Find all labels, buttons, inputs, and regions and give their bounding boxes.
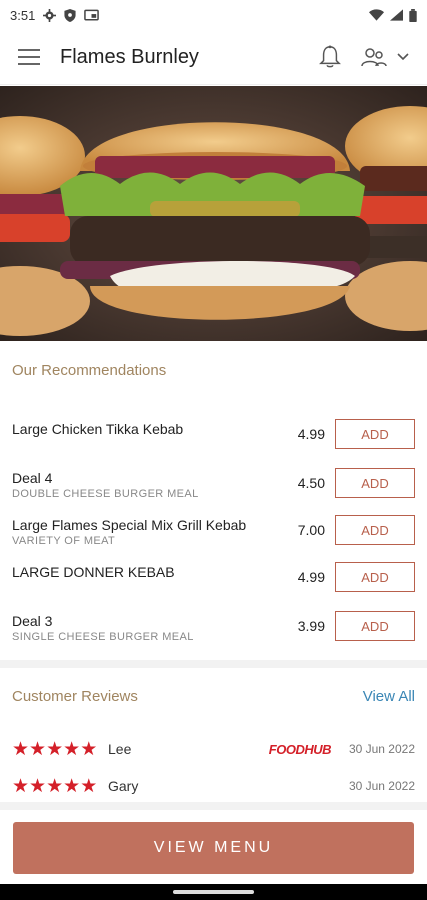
item-name: LARGE DONNER KEBAB <box>12 564 175 580</box>
recommendation-item[interactable]: LARGE DONNER KEBAB 4.99 ADD <box>0 560 427 604</box>
item-name: Deal 3 <box>12 613 53 629</box>
item-name: Large Flames Special Mix Grill Kebab <box>12 517 247 533</box>
item-price: 4.99 <box>297 426 325 442</box>
item-name: Large Chicken Tikka Kebab <box>12 421 184 437</box>
home-gesture-handle[interactable] <box>173 890 254 894</box>
view-all-link[interactable]: View All <box>363 688 415 705</box>
system-nav-bar <box>0 884 427 900</box>
review-date: 30 Jun 2022 <box>348 779 415 793</box>
recommendation-item[interactable]: Deal 3 SINGLE CHEESE BURGER MEAL 3.99 AD… <box>0 609 427 653</box>
star-icon: ★ <box>63 775 80 797</box>
add-button[interactable]: ADD <box>335 468 415 498</box>
add-button[interactable]: ADD <box>335 562 415 592</box>
star-icon: ★ <box>29 775 46 797</box>
status-left: 3:51 <box>10 7 100 23</box>
status-bar: 3:51 <box>0 0 427 30</box>
burger-photo <box>0 86 427 341</box>
wifi-icon <box>369 9 384 21</box>
chevron-down-icon <box>397 53 409 61</box>
page-title: Flames Burnley <box>60 45 199 68</box>
item-price: 3.99 <box>297 618 325 634</box>
reviews-title: Customer Reviews <box>12 688 138 705</box>
add-button[interactable]: ADD <box>335 611 415 641</box>
cast-icon <box>84 9 100 21</box>
section-divider <box>0 660 427 668</box>
hero-burger-image <box>0 86 427 341</box>
star-icon: ★ <box>46 775 63 797</box>
add-button[interactable]: ADD <box>335 419 415 449</box>
item-subtitle: SINGLE CHEESE BURGER MEAL <box>12 631 194 643</box>
star-icon: ★ <box>63 738 80 760</box>
item-price: 4.99 <box>297 569 325 585</box>
review-row: ★ ★ ★ ★ ★ Gary 30 Jun 2022 <box>12 774 415 798</box>
recommendations-title: Our Recommendations <box>12 362 167 379</box>
star-rating: ★ ★ ★ ★ ★ <box>12 775 108 798</box>
star-rating: ★ ★ ★ ★ ★ <box>12 738 108 761</box>
reviewer-name: Gary <box>108 778 139 794</box>
app-bar: Flames Burnley <box>0 30 427 85</box>
section-divider <box>0 802 427 810</box>
star-icon: ★ <box>29 738 46 760</box>
star-icon: ★ <box>46 738 63 760</box>
shield-icon <box>64 8 76 22</box>
recommendation-item[interactable]: Large Flames Special Mix Grill Kebab VAR… <box>0 513 427 557</box>
item-subtitle: VARIETY OF MEAT <box>12 535 116 547</box>
recommendation-item[interactable]: Large Chicken Tikka Kebab 4.99 ADD <box>0 416 427 460</box>
status-time: 3:51 <box>10 7 36 23</box>
hamburger-menu-icon[interactable] <box>18 49 40 65</box>
bell-icon[interactable] <box>319 45 341 69</box>
add-button[interactable]: ADD <box>335 515 415 545</box>
star-icon: ★ <box>80 775 97 797</box>
reviewer-name: Lee <box>108 741 132 757</box>
item-price: 4.50 <box>297 475 325 491</box>
review-date: 30 Jun 2022 <box>348 742 415 756</box>
review-row: ★ ★ ★ ★ ★ Lee FOODHUB 30 Jun 2022 <box>12 737 415 761</box>
item-price: 7.00 <box>297 522 325 538</box>
item-subtitle: DOUBLE CHEESE BURGER MEAL <box>12 488 199 500</box>
view-menu-button[interactable]: VIEW MENU <box>13 822 414 874</box>
star-icon: ★ <box>80 738 97 760</box>
review-source-logo: FOODHUB <box>268 741 332 757</box>
recommendation-item[interactable]: Deal 4 DOUBLE CHEESE BURGER MEAL 4.50 AD… <box>0 466 427 510</box>
item-name: Deal 4 <box>12 470 53 486</box>
star-icon: ★ <box>12 738 29 760</box>
account-menu[interactable] <box>361 47 409 67</box>
battery-icon <box>409 8 417 22</box>
person-icon <box>361 48 387 67</box>
status-right <box>369 8 417 22</box>
star-icon: ★ <box>12 775 29 797</box>
gear-icon <box>43 8 57 22</box>
signal-icon <box>390 9 403 21</box>
